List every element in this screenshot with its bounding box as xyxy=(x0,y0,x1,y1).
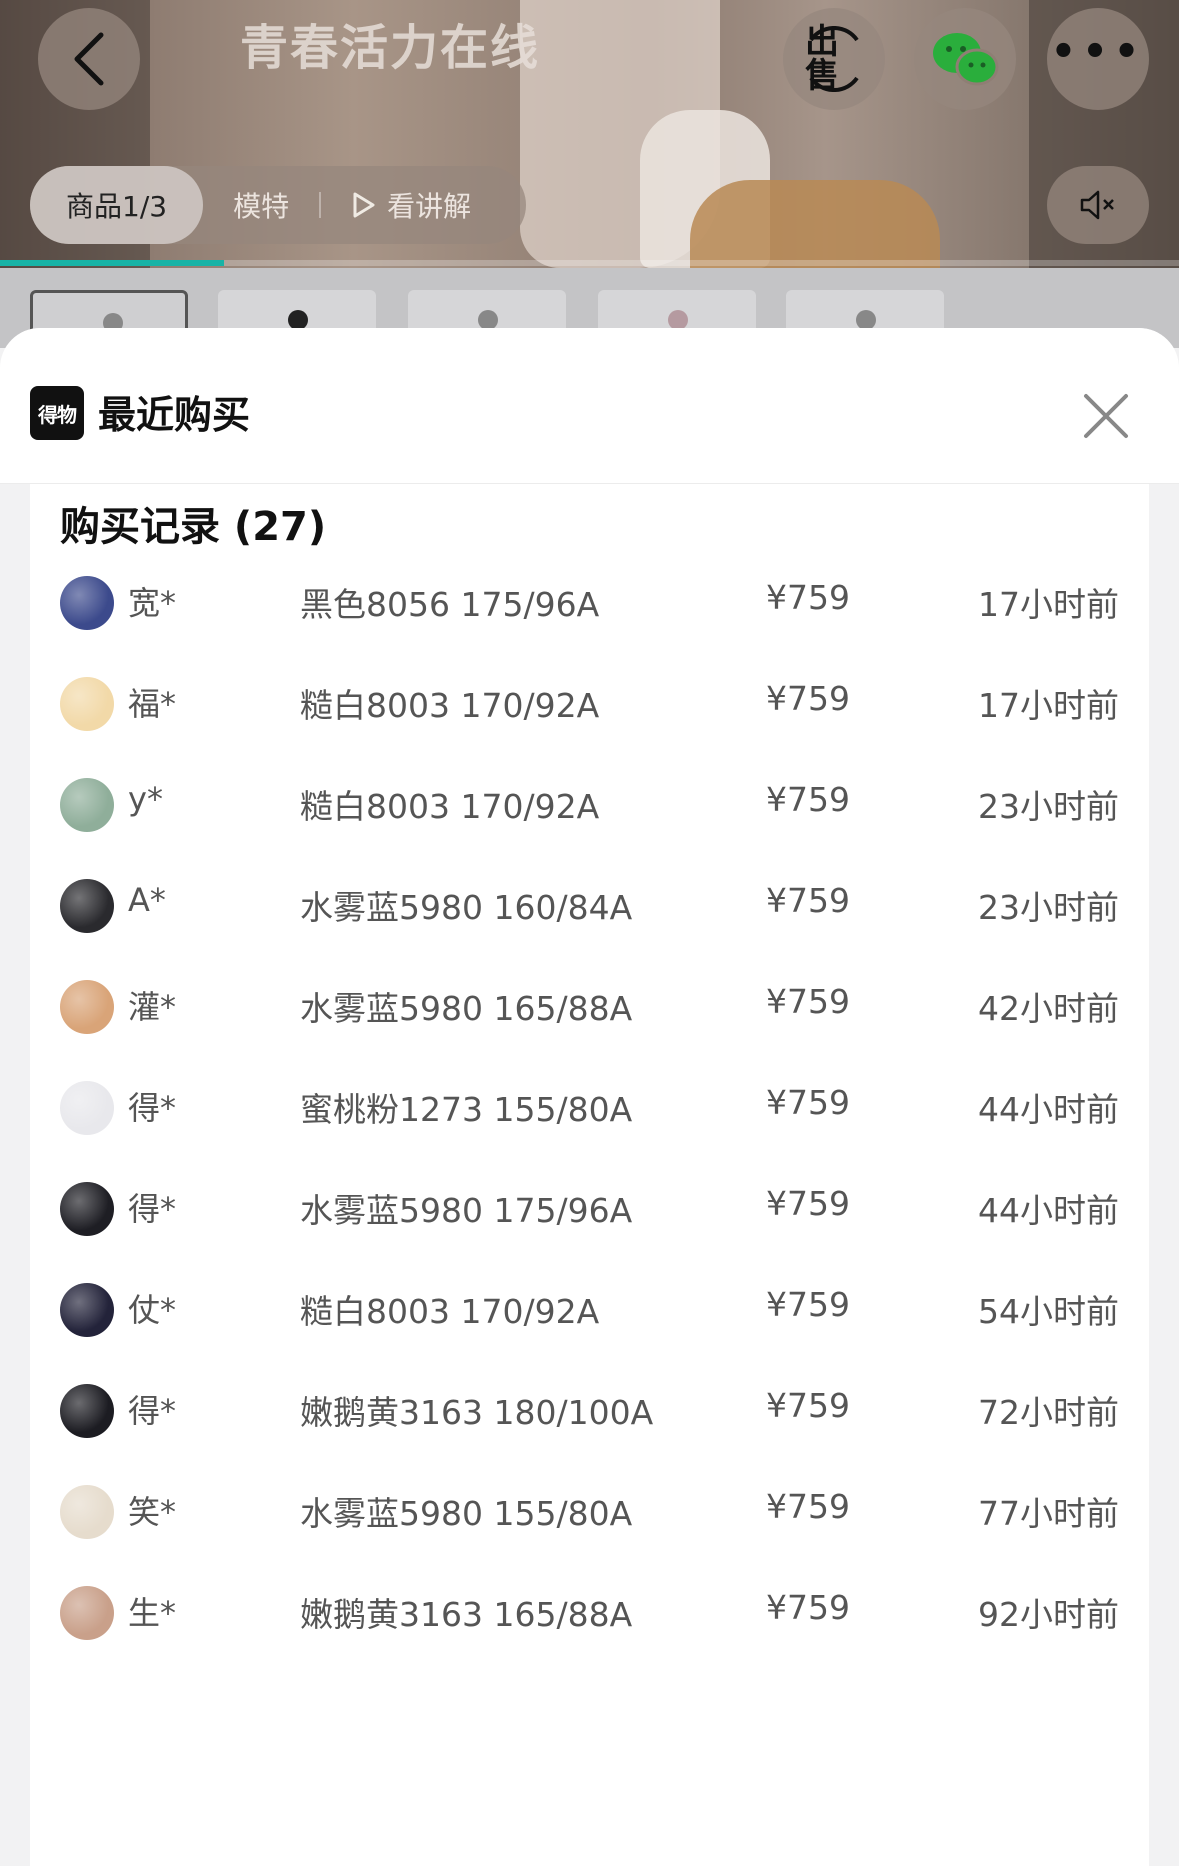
sell-button[interactable]: 出售 xyxy=(783,8,885,110)
purchase-time: 72小时前 xyxy=(978,1393,1119,1432)
sheet-header: 得物 最近购买 xyxy=(0,328,1179,484)
purchase-price: ¥759 xyxy=(766,780,850,819)
purchase-time: 77小时前 xyxy=(978,1494,1119,1533)
purchase-time: 17小时前 xyxy=(978,686,1119,725)
product-spec: 蜜桃粉1273 155/80A xyxy=(300,1090,633,1129)
purchase-price: ¥759 xyxy=(766,1588,850,1627)
tab-explain[interactable]: 看讲解 xyxy=(351,185,471,225)
buyer-name: 得* xyxy=(128,1190,177,1228)
wechat-share-button[interactable] xyxy=(914,8,1016,110)
buyer-name: 灌* xyxy=(128,988,177,1026)
app-logo: 得物 xyxy=(30,386,84,440)
buyer-name: A* xyxy=(128,881,166,919)
purchase-record-row: 生* 嫩鹅黄3163 165/88A ¥759 92小时前 xyxy=(30,1564,1149,1684)
thumbnail-image xyxy=(856,310,876,330)
back-button[interactable] xyxy=(38,8,140,110)
tab-model-label: 模特 xyxy=(233,190,290,223)
tab-product[interactable]: 商品1/3 xyxy=(30,166,204,244)
buyer-avatar xyxy=(60,778,114,832)
product-spec: 黑色8056 175/96A xyxy=(300,585,600,624)
purchase-records-card: 购买记录 (27) 宽* 黑色8056 175/96A ¥759 17小时前 福* 糙白8… xyxy=(30,484,1149,1866)
buyer-name: 笑* xyxy=(128,1493,177,1531)
sheet-title: 最近购买 xyxy=(98,393,251,437)
thumbnail-image xyxy=(478,310,498,330)
buyer-name: 仗* xyxy=(128,1291,177,1329)
records-title: 购买记录 (27) xyxy=(60,504,327,550)
speaker-muted-icon xyxy=(1080,190,1114,220)
purchase-price: ¥759 xyxy=(766,1487,850,1526)
purchase-time: 23小时前 xyxy=(978,787,1119,826)
banner-text: 青春活力在线 xyxy=(240,20,541,76)
purchase-price: ¥759 xyxy=(766,679,850,718)
purchase-price: ¥759 xyxy=(766,578,850,617)
product-spec: 嫩鹅黄3163 165/88A xyxy=(300,1595,633,1634)
purchase-time: 17小时前 xyxy=(978,585,1119,624)
buyer-avatar xyxy=(60,1283,114,1337)
product-spec: 水雾蓝5980 160/84A xyxy=(300,888,633,927)
buyer-avatar xyxy=(60,1586,114,1640)
buyer-avatar xyxy=(60,879,114,933)
buyer-name: y* xyxy=(128,780,163,818)
product-spec: 嫩鹅黄3163 180/100A xyxy=(300,1393,654,1432)
media-tabs: 商品1/3 模特 看讲解 xyxy=(30,166,526,244)
buyer-avatar xyxy=(60,1384,114,1438)
more-dots-icon: ••• xyxy=(1050,29,1146,75)
buyer-avatar xyxy=(60,1081,114,1135)
product-spec: 糙白8003 170/92A xyxy=(300,686,600,725)
purchase-time: 23小时前 xyxy=(978,888,1119,927)
purchase-time: 42小时前 xyxy=(978,989,1119,1028)
tab-model[interactable]: 模特 xyxy=(233,185,289,225)
app-logo-text: 得物 xyxy=(38,402,77,427)
video-progress-fill xyxy=(0,260,224,266)
purchase-price: ¥759 xyxy=(766,1083,850,1122)
buyer-avatar xyxy=(60,1485,114,1539)
purchase-price: ¥759 xyxy=(766,1386,850,1425)
buyer-name: 得* xyxy=(128,1089,177,1127)
buyer-avatar xyxy=(60,677,114,731)
close-icon[interactable] xyxy=(1080,390,1132,442)
purchase-price: ¥759 xyxy=(766,982,850,1021)
purchase-time: 44小时前 xyxy=(978,1090,1119,1129)
thumbnail-image xyxy=(668,310,688,330)
video-progress-bar[interactable] xyxy=(0,260,1179,266)
product-spec: 糙白8003 170/92A xyxy=(300,1292,600,1331)
more-button[interactable]: ••• xyxy=(1047,8,1149,110)
product-spec: 水雾蓝5980 165/88A xyxy=(300,989,633,1028)
buyer-avatar xyxy=(60,1182,114,1236)
product-spec: 糙白8003 170/92A xyxy=(300,787,600,826)
wechat-icon xyxy=(933,33,999,86)
tab-product-label: 商品1/3 xyxy=(66,190,168,223)
tab-divider xyxy=(319,192,322,218)
play-icon xyxy=(353,192,375,218)
product-spec: 水雾蓝5980 175/96A xyxy=(300,1191,633,1230)
buyer-avatar xyxy=(60,980,114,1034)
buyer-name: 福* xyxy=(128,685,177,723)
buyer-name: 得* xyxy=(128,1392,177,1430)
purchase-time: 44小时前 xyxy=(978,1191,1119,1230)
dog-figure xyxy=(690,180,940,268)
sell-cycle-icon xyxy=(809,26,859,92)
purchase-price: ¥759 xyxy=(766,881,850,920)
chevron-left-icon xyxy=(74,32,104,86)
thumbnail-image xyxy=(288,310,308,330)
purchase-price: ¥759 xyxy=(766,1285,850,1324)
buyer-name: 生* xyxy=(128,1594,177,1632)
purchase-price: ¥759 xyxy=(766,1184,850,1223)
recent-purchases-sheet: 得物 最近购买 购买记录 (27) 宽* 黑色8056 175/96A ¥759 17… xyxy=(0,328,1179,1866)
purchase-time: 54小时前 xyxy=(978,1292,1119,1331)
mute-button[interactable] xyxy=(1047,166,1149,244)
tab-explain-label: 看讲解 xyxy=(387,190,472,223)
product-spec: 水雾蓝5980 155/80A xyxy=(300,1494,633,1533)
buyer-avatar xyxy=(60,576,114,630)
product-media[interactable]: 青春活力在线 出售 ••• 商品1/3 模特 看讲解 xyxy=(0,0,1179,268)
purchase-time: 92小时前 xyxy=(978,1595,1119,1634)
buyer-name: 宽* xyxy=(128,584,177,622)
